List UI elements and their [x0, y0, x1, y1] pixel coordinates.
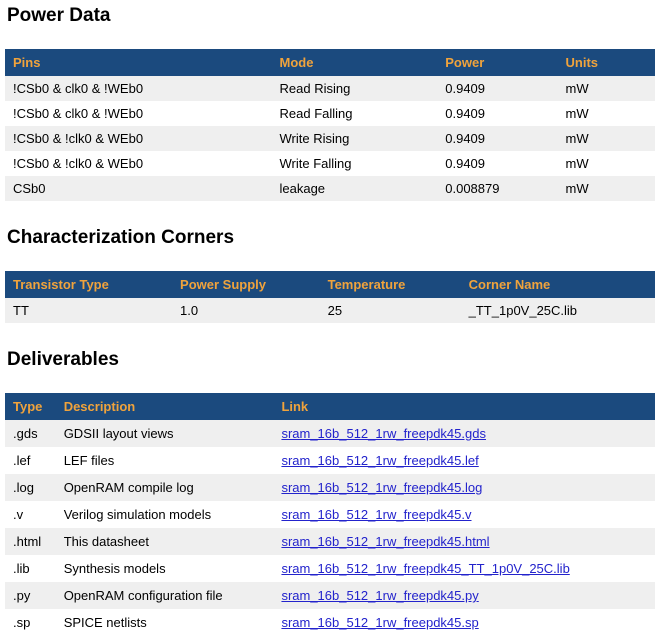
- cell-power: 0.9409: [437, 101, 557, 126]
- col-header-power: Power: [437, 49, 557, 76]
- cell-power: 0.9409: [437, 126, 557, 151]
- cell-type: .lef: [5, 447, 56, 474]
- table-row: .sp SPICE netlists sram_16b_512_1rw_free…: [5, 609, 655, 636]
- section-power-data: Power Data Pins Mode Power Units !CSb0 &…: [5, 5, 655, 201]
- cell-link: sram_16b_512_1rw_freepdk45.py: [273, 582, 655, 609]
- cell-type: .lib: [5, 555, 56, 582]
- cell-link: sram_16b_512_1rw_freepdk45.gds: [273, 420, 655, 447]
- table-row: !CSb0 & clk0 & !WEb0 Read Falling 0.9409…: [5, 101, 655, 126]
- table-row: .lef LEF files sram_16b_512_1rw_freepdk4…: [5, 447, 655, 474]
- col-header-units: Units: [558, 49, 656, 76]
- table-row: .lib Synthesis models sram_16b_512_1rw_f…: [5, 555, 655, 582]
- cell-power: 0.008879: [437, 176, 557, 201]
- cell-description: SPICE netlists: [56, 609, 274, 636]
- cell-link: sram_16b_512_1rw_freepdk45.log: [273, 474, 655, 501]
- col-header-temperature: Temperature: [320, 271, 461, 298]
- deliverable-link-lib[interactable]: sram_16b_512_1rw_freepdk45_TT_1p0V_25C.l…: [281, 561, 569, 576]
- col-header-description: Description: [56, 393, 274, 420]
- cell-type: .gds: [5, 420, 56, 447]
- cell-mode: Read Falling: [272, 101, 438, 126]
- cell-description: Synthesis models: [56, 555, 274, 582]
- section-deliverables: Deliverables Type Description Link .gds …: [5, 349, 655, 636]
- deliverable-link-py[interactable]: sram_16b_512_1rw_freepdk45.py: [281, 588, 478, 603]
- deliverable-link-lef[interactable]: sram_16b_512_1rw_freepdk45.lef: [281, 453, 478, 468]
- col-header-transistor-type: Transistor Type: [5, 271, 172, 298]
- cell-mode: leakage: [272, 176, 438, 201]
- cell-link: sram_16b_512_1rw_freepdk45.sp: [273, 609, 655, 636]
- cell-description: OpenRAM compile log: [56, 474, 274, 501]
- col-header-pins: Pins: [5, 49, 272, 76]
- cell-pins: !CSb0 & !clk0 & WEb0: [5, 126, 272, 151]
- cell-type: .py: [5, 582, 56, 609]
- cell-units: mW: [558, 76, 656, 101]
- cell-type: .sp: [5, 609, 56, 636]
- section-characterization-corners: Characterization Corners Transistor Type…: [5, 227, 655, 323]
- cell-mode: Read Rising: [272, 76, 438, 101]
- cell-description: Verilog simulation models: [56, 501, 274, 528]
- deliverable-link-log[interactable]: sram_16b_512_1rw_freepdk45.log: [281, 480, 482, 495]
- table-row: .html This datasheet sram_16b_512_1rw_fr…: [5, 528, 655, 555]
- col-header-corner-name: Corner Name: [461, 271, 655, 298]
- table-row: TT 1.0 25 _TT_1p0V_25C.lib: [5, 298, 655, 323]
- cell-type: .log: [5, 474, 56, 501]
- cell-description: GDSII layout views: [56, 420, 274, 447]
- deliverables-title: Deliverables: [7, 349, 655, 371]
- cell-transistor-type: TT: [5, 298, 172, 323]
- cell-link: sram_16b_512_1rw_freepdk45_TT_1p0V_25C.l…: [273, 555, 655, 582]
- deliverables-header-row: Type Description Link: [5, 393, 655, 420]
- power-data-table: Pins Mode Power Units !CSb0 & clk0 & !WE…: [5, 49, 655, 201]
- cell-mode: Write Rising: [272, 126, 438, 151]
- deliverable-link-gds[interactable]: sram_16b_512_1rw_freepdk45.gds: [281, 426, 486, 441]
- cell-link: sram_16b_512_1rw_freepdk45.lef: [273, 447, 655, 474]
- deliverables-table: Type Description Link .gds GDSII layout …: [5, 393, 655, 636]
- characterization-corners-title: Characterization Corners: [7, 227, 655, 249]
- cell-link: sram_16b_512_1rw_freepdk45.v: [273, 501, 655, 528]
- deliverable-link-v[interactable]: sram_16b_512_1rw_freepdk45.v: [281, 507, 471, 522]
- cell-units: mW: [558, 101, 656, 126]
- table-row: CSb0 leakage 0.008879 mW: [5, 176, 655, 201]
- table-row: .v Verilog simulation models sram_16b_51…: [5, 501, 655, 528]
- cell-units: mW: [558, 151, 656, 176]
- cell-power: 0.9409: [437, 151, 557, 176]
- cell-power: 0.9409: [437, 76, 557, 101]
- cell-pins: !CSb0 & !clk0 & WEb0: [5, 151, 272, 176]
- cell-power-supply: 1.0: [172, 298, 320, 323]
- cell-type: .v: [5, 501, 56, 528]
- cell-pins: !CSb0 & clk0 & !WEb0: [5, 101, 272, 126]
- table-row: !CSb0 & clk0 & !WEb0 Read Rising 0.9409 …: [5, 76, 655, 101]
- cell-corner-name: _TT_1p0V_25C.lib: [461, 298, 655, 323]
- col-header-type: Type: [5, 393, 56, 420]
- cell-description: LEF files: [56, 447, 274, 474]
- col-header-mode: Mode: [272, 49, 438, 76]
- cell-pins: !CSb0 & clk0 & !WEb0: [5, 76, 272, 101]
- deliverable-link-sp[interactable]: sram_16b_512_1rw_freepdk45.sp: [281, 615, 478, 630]
- power-header-row: Pins Mode Power Units: [5, 49, 655, 76]
- table-row: !CSb0 & !clk0 & WEb0 Write Falling 0.940…: [5, 151, 655, 176]
- corners-header-row: Transistor Type Power Supply Temperature…: [5, 271, 655, 298]
- cell-temperature: 25: [320, 298, 461, 323]
- table-row: .log OpenRAM compile log sram_16b_512_1r…: [5, 474, 655, 501]
- characterization-corners-table: Transistor Type Power Supply Temperature…: [5, 271, 655, 323]
- cell-units: mW: [558, 126, 656, 151]
- cell-description: This datasheet: [56, 528, 274, 555]
- power-data-title: Power Data: [7, 5, 655, 27]
- col-header-link: Link: [273, 393, 655, 420]
- cell-pins: CSb0: [5, 176, 272, 201]
- cell-mode: Write Falling: [272, 151, 438, 176]
- deliverable-link-html[interactable]: sram_16b_512_1rw_freepdk45.html: [281, 534, 489, 549]
- cell-description: OpenRAM configuration file: [56, 582, 274, 609]
- col-header-power-supply: Power Supply: [172, 271, 320, 298]
- cell-type: .html: [5, 528, 56, 555]
- cell-units: mW: [558, 176, 656, 201]
- table-row: .py OpenRAM configuration file sram_16b_…: [5, 582, 655, 609]
- cell-link: sram_16b_512_1rw_freepdk45.html: [273, 528, 655, 555]
- table-row: !CSb0 & !clk0 & WEb0 Write Rising 0.9409…: [5, 126, 655, 151]
- table-row: .gds GDSII layout views sram_16b_512_1rw…: [5, 420, 655, 447]
